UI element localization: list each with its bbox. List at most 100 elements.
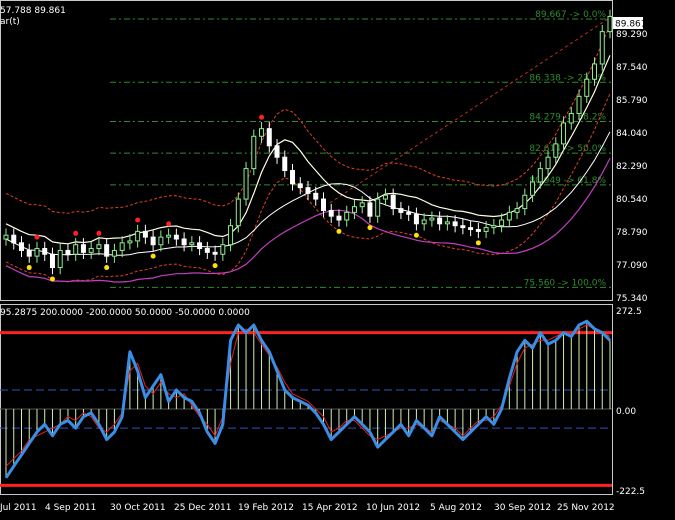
fractal-up-dot (73, 230, 79, 236)
candle-body (259, 128, 265, 137)
candle-body (499, 219, 505, 227)
candle-body (351, 206, 357, 213)
chart-canvas[interactable]: 89.667 -> 0.0%86.338 -> 23.6%84.279 -> 3… (0, 0, 675, 516)
candle-body (506, 211, 512, 221)
candle-body (491, 225, 497, 229)
time-tick-label: 19 Feb 2012 (238, 503, 294, 513)
candle-body (328, 209, 334, 217)
main-price-header: 57.788 89.861 (0, 6, 66, 16)
fractal-down-dot (104, 265, 110, 271)
fib-level-label: 89.667 -> 0.0% (535, 10, 606, 20)
indicator-tick-label: 0.00 (616, 407, 636, 417)
time-tick-label: 5 Aug 2012 (430, 503, 482, 513)
fractal-down-dot (413, 232, 419, 238)
time-tick-label: 15 Apr 2012 (302, 503, 358, 513)
candle-body (429, 217, 435, 221)
candle-body (344, 211, 350, 221)
indicator-tick-label: -222.5 (616, 487, 645, 497)
trading-chart-window[interactable]: 89.667 -> 0.0% 86.338 -> 23.6% 84.279 -> 3… (0, 0, 675, 516)
candle-body (212, 251, 218, 255)
candle-body (282, 156, 288, 172)
candle-body (452, 221, 458, 227)
fractal-down-dot (475, 240, 481, 246)
candle-body (468, 227, 474, 231)
candle-body (197, 242, 203, 250)
fractal-down-dot (150, 253, 156, 259)
candle-body (537, 168, 543, 183)
price-axis: 89.861 89.290 87.540 85.790 84.040 82.29… (613, 17, 648, 304)
candle-body (150, 236, 156, 246)
candle-body (127, 240, 133, 244)
fib-level-label: 75.560 -> 100.0% (524, 278, 607, 288)
candle-body (390, 194, 396, 210)
candle-body (382, 194, 388, 200)
candle-body (290, 170, 296, 185)
candle-body (111, 249, 117, 257)
time-axis: Jul 2011 4 Sep 2011 30 Oct 2011 25 Dec 2… (0, 503, 615, 513)
candle-body (607, 15, 613, 33)
candle-body (437, 217, 443, 225)
candle-body (96, 244, 102, 250)
candle-body (475, 229, 481, 232)
candle-body (204, 248, 210, 253)
price-tick-label: 87.540 (616, 63, 648, 73)
candle-body (274, 145, 280, 158)
candle-body (220, 244, 226, 255)
candle-body (568, 112, 574, 124)
candle-body (553, 143, 559, 158)
candle-body (173, 234, 179, 240)
candle-body (530, 181, 536, 196)
candle-body (375, 198, 381, 217)
candle-body (522, 194, 528, 210)
time-tick-label: 30 Sep 2012 (494, 503, 551, 513)
candle-body (88, 248, 94, 253)
candle-body (181, 238, 187, 246)
candle-body (320, 198, 326, 211)
candle-body (189, 242, 195, 246)
candle-body (305, 187, 311, 194)
price-tick-label: 89.290 (616, 30, 648, 40)
time-tick-label: 25 Nov 2012 (557, 503, 615, 513)
candle-body (584, 78, 590, 97)
price-tick-label: 85.790 (616, 96, 648, 106)
candle-body (228, 225, 234, 246)
candle-body (297, 183, 303, 189)
candle-body (49, 253, 55, 269)
candlestick-layer[interactable] (3, 9, 613, 275)
candle-body (26, 249, 32, 257)
candle-body (592, 63, 598, 80)
candle-body (444, 221, 450, 225)
candle-body (398, 208, 404, 213)
candle-body (576, 95, 582, 114)
fractal-down-dot (212, 263, 218, 269)
price-tick-label: 75.340 (616, 294, 648, 304)
candle-body (142, 230, 148, 238)
candle-body (158, 236, 164, 246)
fractal-up-dot (259, 114, 265, 120)
candle-body (336, 215, 342, 221)
candle-body (11, 234, 17, 244)
candle-body (243, 168, 249, 200)
candle-body (3, 234, 9, 240)
indicator-layer (0, 319, 612, 487)
candle-body (421, 219, 427, 225)
price-tick-label: 84.040 (616, 129, 648, 139)
main-panel-frame (0, 0, 613, 301)
candle-body (73, 244, 79, 255)
candle-body (42, 248, 48, 255)
price-tick-label: 78.790 (616, 228, 648, 238)
fib-level-label: 84.279 -> 38.2% (529, 112, 606, 122)
time-tick-label: 30 Oct 2011 (110, 503, 166, 513)
fractal-up-dot (135, 217, 141, 223)
candle-body (235, 198, 241, 227)
candle-body (80, 244, 86, 253)
candle-body (104, 244, 110, 257)
main-sub-header: ar(t) (0, 17, 20, 27)
fib-level-label: 82.614 -> 50.0% (529, 144, 606, 154)
indicator-params-header: 95.2875 200.0000 -200.0000 50.0000 -50.0… (0, 308, 250, 318)
indicator-tick-label: 272.5 (616, 307, 642, 317)
candle-body (166, 234, 172, 238)
fractal-down-dot (26, 265, 32, 271)
candle-body (359, 202, 365, 208)
candle-body (413, 213, 419, 225)
